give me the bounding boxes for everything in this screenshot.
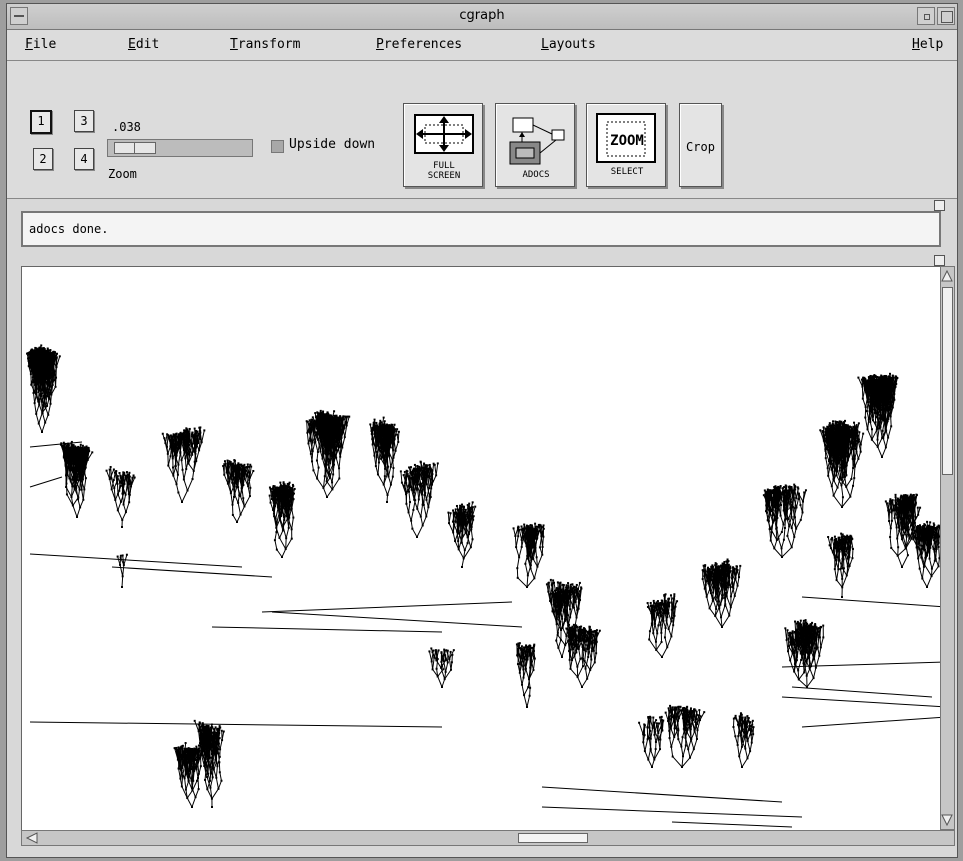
- pane-1-button[interactable]: 1: [30, 110, 52, 134]
- full-screen-button[interactable]: FULL SCREEN: [403, 103, 483, 187]
- arrow-up-icon[interactable]: [941, 269, 954, 283]
- horizontal-scrollbar[interactable]: [21, 830, 955, 846]
- cgraph-window: cgraph File Edit Transform Preferences L…: [6, 3, 958, 858]
- zoom-slider-thumb[interactable]: [114, 142, 156, 154]
- upside-down-checkbox[interactable]: [271, 140, 284, 153]
- full-screen-icon: FULL SCREEN: [414, 114, 474, 181]
- status-message: adocs done.: [29, 222, 109, 236]
- crop-label: Crop: [686, 140, 715, 154]
- vertical-scroll-thumb[interactable]: [942, 287, 953, 475]
- adocs-label: ADOCS: [522, 170, 549, 180]
- menu-file[interactable]: File: [25, 37, 56, 52]
- zoom-icon-text: ZOOM: [610, 133, 644, 149]
- graph-canvas[interactable]: [21, 266, 942, 832]
- pane-3-button[interactable]: 3: [74, 110, 94, 132]
- select-label: SELECT: [611, 167, 644, 177]
- title-bar[interactable]: cgraph: [7, 4, 957, 30]
- adocs-button[interactable]: ADOCS: [495, 103, 575, 187]
- toolbar: 1 3 2 4 .038 Zoom Upside down FULL SCREE…: [7, 61, 957, 199]
- menu-edit[interactable]: Edit: [128, 37, 159, 52]
- pane-sash-bottom[interactable]: [934, 255, 945, 266]
- vertical-scrollbar[interactable]: [940, 266, 955, 830]
- minimize-icon[interactable]: [917, 7, 935, 25]
- pane-2-button[interactable]: 2: [33, 148, 53, 170]
- arrow-left-icon[interactable]: [25, 832, 39, 844]
- crop-button[interactable]: Crop: [679, 103, 722, 187]
- menu-layouts[interactable]: Layouts: [541, 37, 596, 52]
- pane-sash-top[interactable]: [934, 200, 945, 211]
- zoom-select-icon: ZOOM SELECT: [596, 113, 656, 177]
- zoom-label: Zoom: [108, 167, 137, 181]
- zoom-slider[interactable]: [107, 139, 253, 157]
- status-field[interactable]: adocs done.: [21, 211, 941, 247]
- zoom-value: .038: [112, 120, 141, 134]
- pane-4-button[interactable]: 4: [74, 148, 94, 170]
- zoom-select-button[interactable]: ZOOM SELECT: [586, 103, 666, 187]
- call-graph: [26, 344, 941, 828]
- horizontal-scroll-thumb[interactable]: [518, 833, 588, 843]
- upside-down-label: Upside down: [289, 137, 376, 152]
- full-screen-label-1: FULL: [433, 161, 455, 171]
- menu-preferences[interactable]: Preferences: [376, 37, 462, 52]
- full-screen-label-2: SCREEN: [428, 171, 461, 181]
- menu-transform[interactable]: Transform: [230, 37, 300, 52]
- arrow-down-icon[interactable]: [941, 813, 954, 827]
- maximize-icon[interactable]: [937, 7, 955, 25]
- adocs-icon: ADOCS: [509, 117, 565, 180]
- menu-bar: File Edit Transform Preferences Layouts …: [7, 30, 957, 61]
- menu-help[interactable]: Help: [912, 37, 943, 52]
- window-title: cgraph: [459, 8, 505, 23]
